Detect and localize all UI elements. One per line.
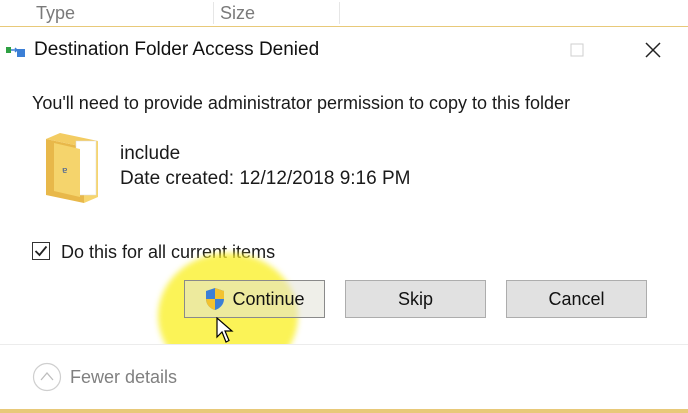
chevron-up-circle-icon[interactable]	[32, 362, 62, 392]
maximize-button[interactable]	[554, 33, 600, 67]
mouse-cursor-icon	[216, 317, 234, 343]
dialog-footer: Fewer details	[0, 344, 688, 413]
window-bottom-edge	[0, 409, 688, 413]
checkmark-icon	[34, 245, 48, 257]
fewer-details-toggle[interactable]: Fewer details	[70, 367, 177, 388]
folder-icon: ɐ	[46, 133, 98, 203]
maximize-icon	[570, 43, 584, 57]
copy-transfer-icon	[6, 47, 25, 57]
item-name: include	[120, 143, 181, 164]
column-header-size[interactable]: Size	[214, 2, 340, 24]
explorer-column-header: Type Size	[0, 0, 688, 27]
apply-to-all-checkbox[interactable]	[32, 242, 50, 260]
dialog-message: You'll need to provide administrator per…	[32, 93, 571, 113]
uac-shield-icon	[206, 288, 225, 310]
item-date-created: Date created: 12/12/2018 9:16 PM	[120, 168, 411, 189]
dialog-title: Destination Folder Access Denied	[34, 39, 320, 60]
close-icon	[645, 42, 661, 58]
dialog-titlebar: Destination Folder Access Denied	[0, 27, 688, 73]
skip-button[interactable]: Skip	[345, 280, 486, 318]
cancel-button[interactable]: Cancel	[506, 280, 647, 318]
svg-text:ɐ: ɐ	[62, 166, 67, 176]
continue-button[interactable]: Continue	[184, 280, 325, 318]
column-header-type[interactable]: Type	[30, 2, 214, 24]
continue-label: Continue	[232, 288, 305, 309]
cancel-label: Cancel	[548, 288, 605, 309]
close-button[interactable]	[630, 33, 676, 67]
access-denied-dialog: Destination Folder Access Denied You'll …	[0, 26, 688, 413]
skip-label: Skip	[397, 288, 433, 309]
